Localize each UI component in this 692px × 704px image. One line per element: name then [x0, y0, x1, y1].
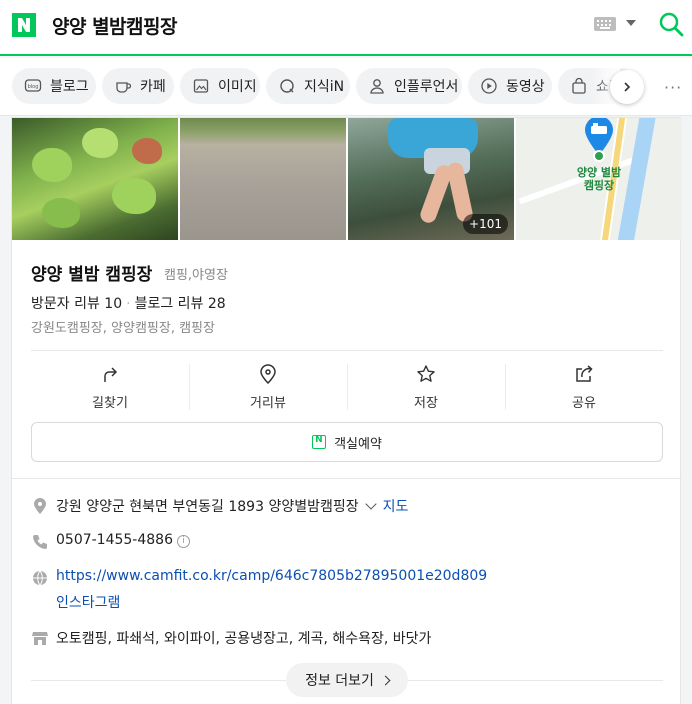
search-tabs: blog 블로그 카페 이미지 지식iN 인플루언서 동영상 ··· [0, 58, 692, 116]
chevron-down-icon[interactable] [626, 20, 636, 26]
share-icon [576, 365, 593, 382]
amenities-text: 오토캠핑, 파쇄석, 와이파이, 공용냉장고, 계곡, 해수욕장, 바닷가 [56, 631, 432, 647]
instagram-link[interactable]: 인스타그램 [56, 592, 120, 612]
place-name[interactable]: 양양 별밤 캠핑장 [31, 260, 152, 285]
mini-map[interactable]: 양양 별밤 캠핑장 [516, 118, 682, 240]
photo-stream-child[interactable]: +101 [348, 118, 514, 240]
star-icon [417, 365, 435, 382]
street-view-icon [260, 364, 276, 384]
keyboard-icon[interactable] [594, 17, 616, 31]
place-card: +101 양양 별밤 캠핑장 양양 별밤 캠핑장 캠핑,야영장 방문자 리뷰 1… [11, 117, 682, 704]
bag-icon [570, 77, 588, 95]
website-link[interactable]: https://www.camfit.co.kr/camp/646c7805b2… [56, 568, 487, 584]
kin-icon [278, 77, 296, 95]
tab-label: 카페 [140, 79, 166, 95]
more-tabs-icon[interactable]: ··· [664, 78, 682, 97]
chevron-right-icon [624, 82, 631, 92]
street-view-button[interactable]: 거리뷰 [189, 360, 347, 416]
review-counts: 방문자 리뷰 10 · 블로그 리뷰 28 [31, 293, 226, 313]
action-label: 거리뷰 [250, 396, 286, 411]
address-text: 강원 양양군 현북면 부연동길 1893 양양별밤캠핑장 [56, 499, 359, 515]
reserve-label: 객실예약 [334, 436, 382, 452]
place-category: 캠핑,야영장 [164, 268, 228, 283]
action-label: 길찾기 [92, 396, 128, 411]
directions-button[interactable]: 길찾기 [31, 360, 189, 416]
more-info-label: 정보 더보기 [305, 673, 374, 689]
tab-kin[interactable]: 지식iN [266, 68, 350, 104]
divider [12, 478, 682, 479]
photo-garden[interactable] [12, 118, 178, 240]
directions-icon [104, 367, 118, 382]
phone-icon [33, 535, 47, 549]
svg-text:blog: blog [28, 84, 39, 90]
cafe-icon [114, 77, 132, 95]
share-button[interactable]: 공유 [505, 360, 663, 416]
play-icon [480, 77, 498, 95]
info-icon[interactable]: i [177, 535, 190, 548]
divider [31, 350, 663, 351]
tab-image[interactable]: 이미지 [180, 68, 260, 104]
tab-label: 블로그 [50, 79, 89, 95]
store-icon [32, 632, 48, 645]
photo-strip: +101 양양 별밤 캠핑장 [12, 118, 682, 240]
naver-booking-icon: N [312, 435, 327, 449]
blog-icon: blog [24, 77, 42, 95]
separator-dot: · [126, 296, 131, 312]
tab-label: 지식iN [304, 79, 345, 95]
photo-campsite-gravel[interactable] [180, 118, 346, 240]
image-icon [192, 77, 210, 95]
room-reservation-button[interactable]: N 객실예약 [31, 422, 663, 462]
visitor-review-link[interactable]: 방문자 리뷰 10 [31, 296, 122, 312]
location-pin-icon [34, 498, 46, 514]
action-label: 공유 [572, 396, 596, 411]
map-link[interactable]: 지도 [383, 499, 409, 515]
tab-cafe[interactable]: 카페 [102, 68, 174, 104]
search-icon[interactable] [658, 11, 684, 37]
tab-video[interactable]: 동영상 [468, 68, 552, 104]
chevron-right-icon [380, 675, 391, 685]
save-button[interactable]: 저장 [347, 360, 505, 416]
photo-count-badge: +101 [463, 214, 508, 234]
map-label: 양양 별밤 캠핑장 [576, 166, 622, 192]
tab-blog[interactable]: blog 블로그 [12, 68, 96, 104]
blog-review-link[interactable]: 블로그 리뷰 28 [135, 296, 226, 312]
naver-logo[interactable] [12, 13, 36, 37]
action-label: 저장 [414, 396, 438, 411]
phone-number[interactable]: 0507-1455-4886 [56, 532, 173, 548]
place-tags: 강원도캠핑장, 양양캠핑장, 캠핑장 [31, 321, 215, 336]
action-bar: 길찾기 거리뷰 저장 공유 [31, 360, 663, 416]
map-location-dot [593, 150, 605, 162]
search-query[interactable]: 양양 별밤캠핑장 [52, 12, 177, 39]
top-search-header: 양양 별밤캠핑장 [0, 0, 692, 56]
tabs-scroll-right-button[interactable] [610, 70, 644, 104]
tab-label: 동영상 [506, 79, 545, 95]
tab-influencer[interactable]: 인플루언서 [356, 68, 462, 104]
more-info-button[interactable]: 정보 더보기 [286, 663, 408, 697]
globe-icon [33, 570, 47, 586]
tab-label: 이미지 [218, 79, 257, 95]
person-icon [368, 77, 386, 95]
tab-label: 인플루언서 [394, 79, 459, 95]
chevron-down-icon[interactable] [364, 498, 377, 510]
